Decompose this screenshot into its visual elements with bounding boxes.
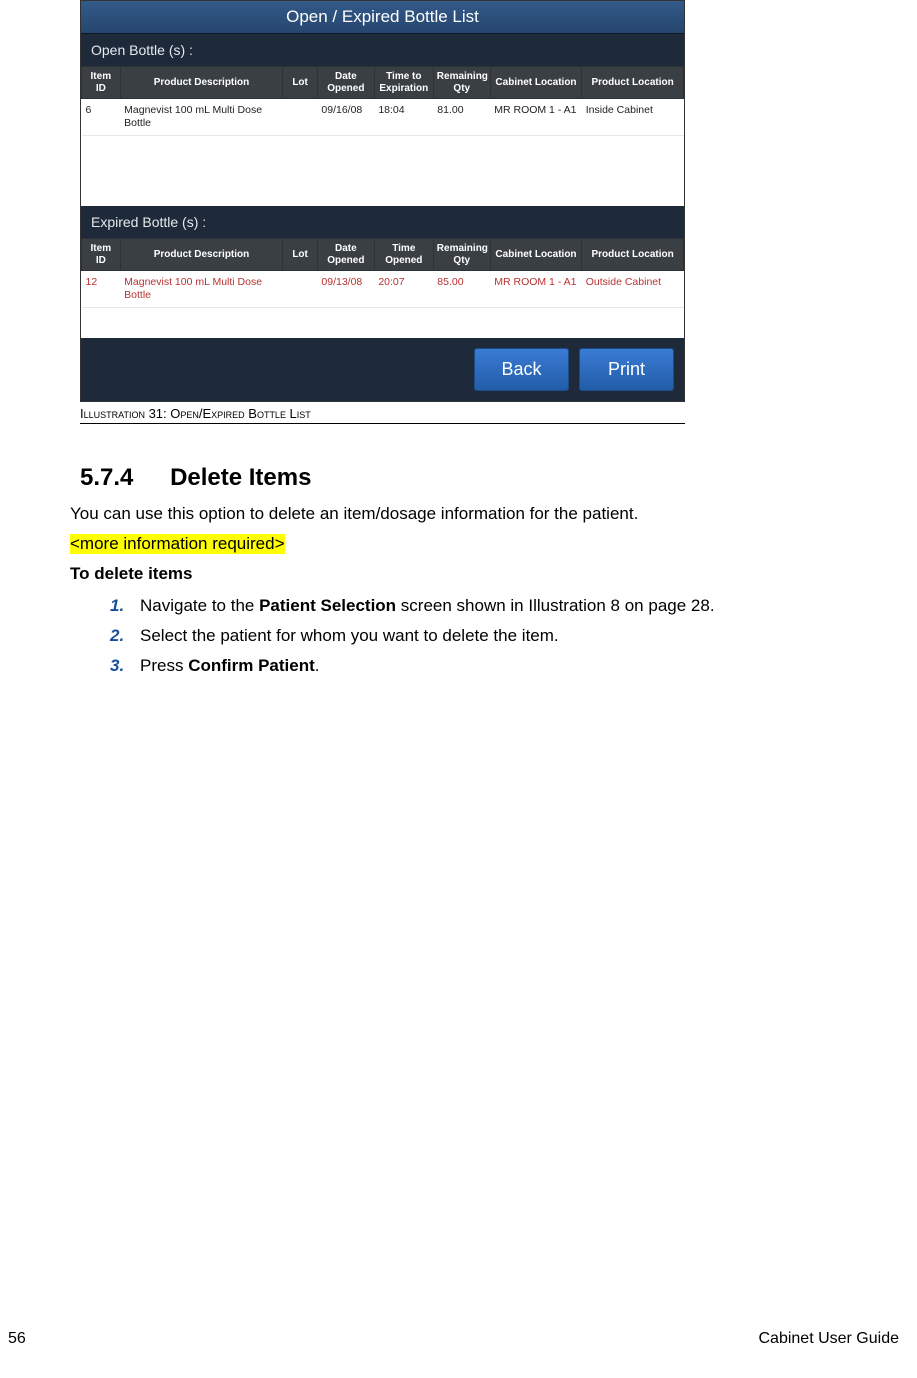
open-bottles-label: Open Bottle (s) : [81,34,684,66]
col-item-id: Item ID [82,67,121,99]
col-cabinet-loc: Cabinet Location [490,67,582,99]
list-item: 2. Select the patient for whom you want … [110,626,907,646]
col-item-id: Item ID [82,239,121,271]
step-number: 1. [110,596,124,616]
open-bottles-table: Item ID Product Description Lot Date Ope… [81,66,684,136]
section-heading: 5.7.4 Delete Items [80,464,907,492]
cell-cab: MR ROOM 1 - A1 [490,99,582,136]
col-remaining-qty: Remaining Qty [433,67,490,99]
col-lot: Lot [283,67,318,99]
step-text-post: . [315,656,320,675]
table-header-row: Item ID Product Description Lot Date Ope… [82,239,684,271]
cell-qty: 81.00 [433,99,490,136]
table-row[interactable]: 6 Magnevist 100 mL Multi Dose Bottle 09/… [82,99,684,136]
col-time-to-exp: Time to Expiration [374,67,433,99]
step-text-pre: Press [140,656,188,675]
cell-date: 09/13/08 [317,271,374,308]
cell-lot [283,271,318,308]
cell-item-id: 6 [82,99,121,136]
intro-text: You can use this option to delete an ite… [70,504,907,524]
back-button[interactable]: Back [474,348,569,391]
steps-list: 1. Navigate to the Patient Selection scr… [70,596,907,676]
table-row[interactable]: 12 Magnevist 100 mL Multi Dose Bottle 09… [82,271,684,308]
list-item: 3. Press Confirm Patient. [110,656,907,676]
col-time-opened: Time Opened [374,239,433,271]
cell-date: 09/16/08 [317,99,374,136]
app-title: Open / Expired Bottle List [81,1,684,34]
cell-time: 18:04 [374,99,433,136]
cell-desc: Magnevist 100 mL Multi Dose Bottle [120,99,283,136]
step-text-bold: Patient Selection [259,596,396,615]
footer-title: Cabinet User Guide [758,1330,899,1348]
cell-lot [283,99,318,136]
col-remaining-qty: Remaining Qty [433,239,490,271]
step-text-bold: Confirm Patient [188,656,315,675]
step-number: 3. [110,656,124,676]
col-date-opened: Date Opened [317,67,374,99]
expired-bottles-table: Item ID Product Description Lot Date Ope… [81,238,684,308]
open-expired-bottle-screenshot: Open / Expired Bottle List Open Bottle (… [80,0,685,402]
col-product-desc: Product Description [120,239,283,271]
cell-cab: MR ROOM 1 - A1 [490,271,582,308]
illustration-caption: Illustration 31: Open/Expired Bottle Lis… [80,402,685,424]
page-number: 56 [8,1330,26,1348]
list-item: 1. Navigate to the Patient Selection scr… [110,596,907,616]
button-bar: Back Print [81,338,684,401]
cell-item-id: 12 [82,271,121,308]
cell-qty: 85.00 [433,271,490,308]
cell-prod: Outside Cabinet [582,271,684,308]
cell-time: 20:07 [374,271,433,308]
cell-prod: Inside Cabinet [582,99,684,136]
col-product-loc: Product Location [582,239,684,271]
highlight-note: <more information required> [70,534,285,554]
step-text-post: screen shown in Illustration 8 on page 2… [396,596,714,615]
section-number: 5.7.4 [80,464,133,492]
page-footer: 56 Cabinet User Guide [0,1330,907,1348]
step-number: 2. [110,626,124,646]
sub-heading: To delete items [70,564,907,584]
cell-desc: Magnevist 100 mL Multi Dose Bottle [120,271,283,308]
section-title: Delete Items [170,464,311,491]
table-header-row: Item ID Product Description Lot Date Ope… [82,67,684,99]
col-product-loc: Product Location [582,67,684,99]
step-text-pre: Select the patient for whom you want to … [140,626,559,645]
col-date-opened: Date Opened [317,239,374,271]
step-text-pre: Navigate to the [140,596,259,615]
print-button[interactable]: Print [579,348,674,391]
col-lot: Lot [283,239,318,271]
expired-bottles-label: Expired Bottle (s) : [81,206,684,238]
col-cabinet-loc: Cabinet Location [490,239,582,271]
col-product-desc: Product Description [120,67,283,99]
